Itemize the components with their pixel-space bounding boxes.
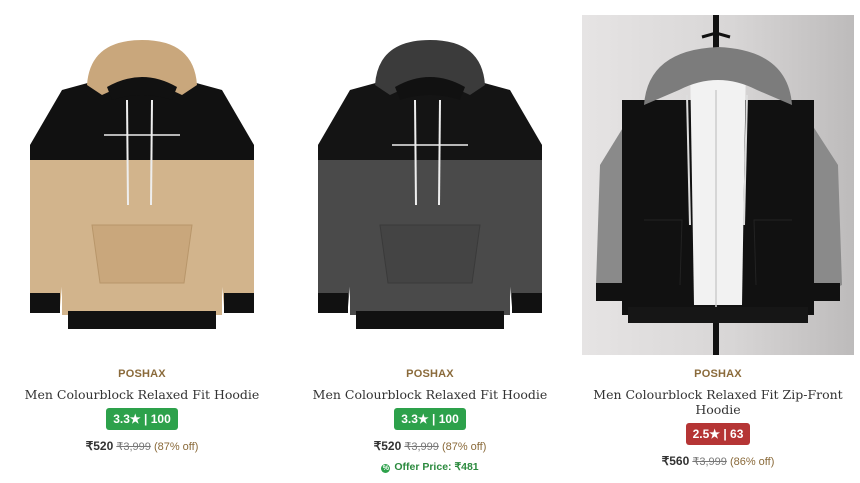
selling-price: ₹520 (373, 439, 402, 453)
brand-name: POSHAX (694, 368, 742, 380)
rating-badge: 3.3★ | 100 (394, 408, 466, 430)
hoodie-beige-image (30, 40, 254, 329)
brand-name: POSHAX (406, 368, 454, 380)
offer-price: % Offer Price: ₹481 (296, 461, 564, 473)
zip-hoodie-image (596, 15, 842, 355)
offer-price-text: Offer Price: ₹481 (394, 461, 479, 473)
product-image[interactable] (582, 15, 854, 355)
product-card-3[interactable]: POSHAX Men Colourblock Relaxed Fit Zip-F… (582, 15, 854, 468)
hoodie-grey-image (318, 40, 542, 329)
product-title[interactable]: Men Colourblock Relaxed Fit Hoodie (8, 387, 276, 402)
product-image[interactable] (300, 15, 560, 355)
discount-text: (87% off) (153, 441, 199, 453)
product-card-2[interactable]: POSHAX Men Colourblock Relaxed Fit Hoodi… (296, 15, 564, 473)
product-image[interactable] (12, 15, 272, 355)
rating-badge: 2.5★ | 63 (685, 423, 751, 445)
product-title[interactable]: Men Colourblock Relaxed Fit Hoodie (296, 387, 564, 402)
price-line: ₹520 ₹3,999 (87% off) (8, 439, 276, 453)
mrp-price: ₹3,999 (116, 441, 151, 453)
mrp-price: ₹3,999 (692, 456, 727, 468)
product-card-1[interactable]: POSHAX Men Colourblock Relaxed Fit Hoodi… (8, 15, 276, 453)
selling-price: ₹520 (85, 439, 114, 453)
rating-badge: 3.3★ | 100 (106, 408, 178, 430)
price-line: ₹520 ₹3,999 (87% off) (296, 439, 564, 453)
offer-tag-icon: % (381, 464, 391, 473)
brand-name: POSHAX (118, 368, 166, 380)
product-title[interactable]: Men Colourblock Relaxed Fit Zip-Front Ho… (584, 387, 852, 417)
mrp-price: ₹3,999 (404, 441, 439, 453)
selling-price: ₹560 (661, 454, 690, 468)
discount-text: (86% off) (729, 456, 775, 468)
price-line: ₹560 ₹3,999 (86% off) (584, 454, 852, 468)
discount-text: (87% off) (441, 441, 487, 453)
